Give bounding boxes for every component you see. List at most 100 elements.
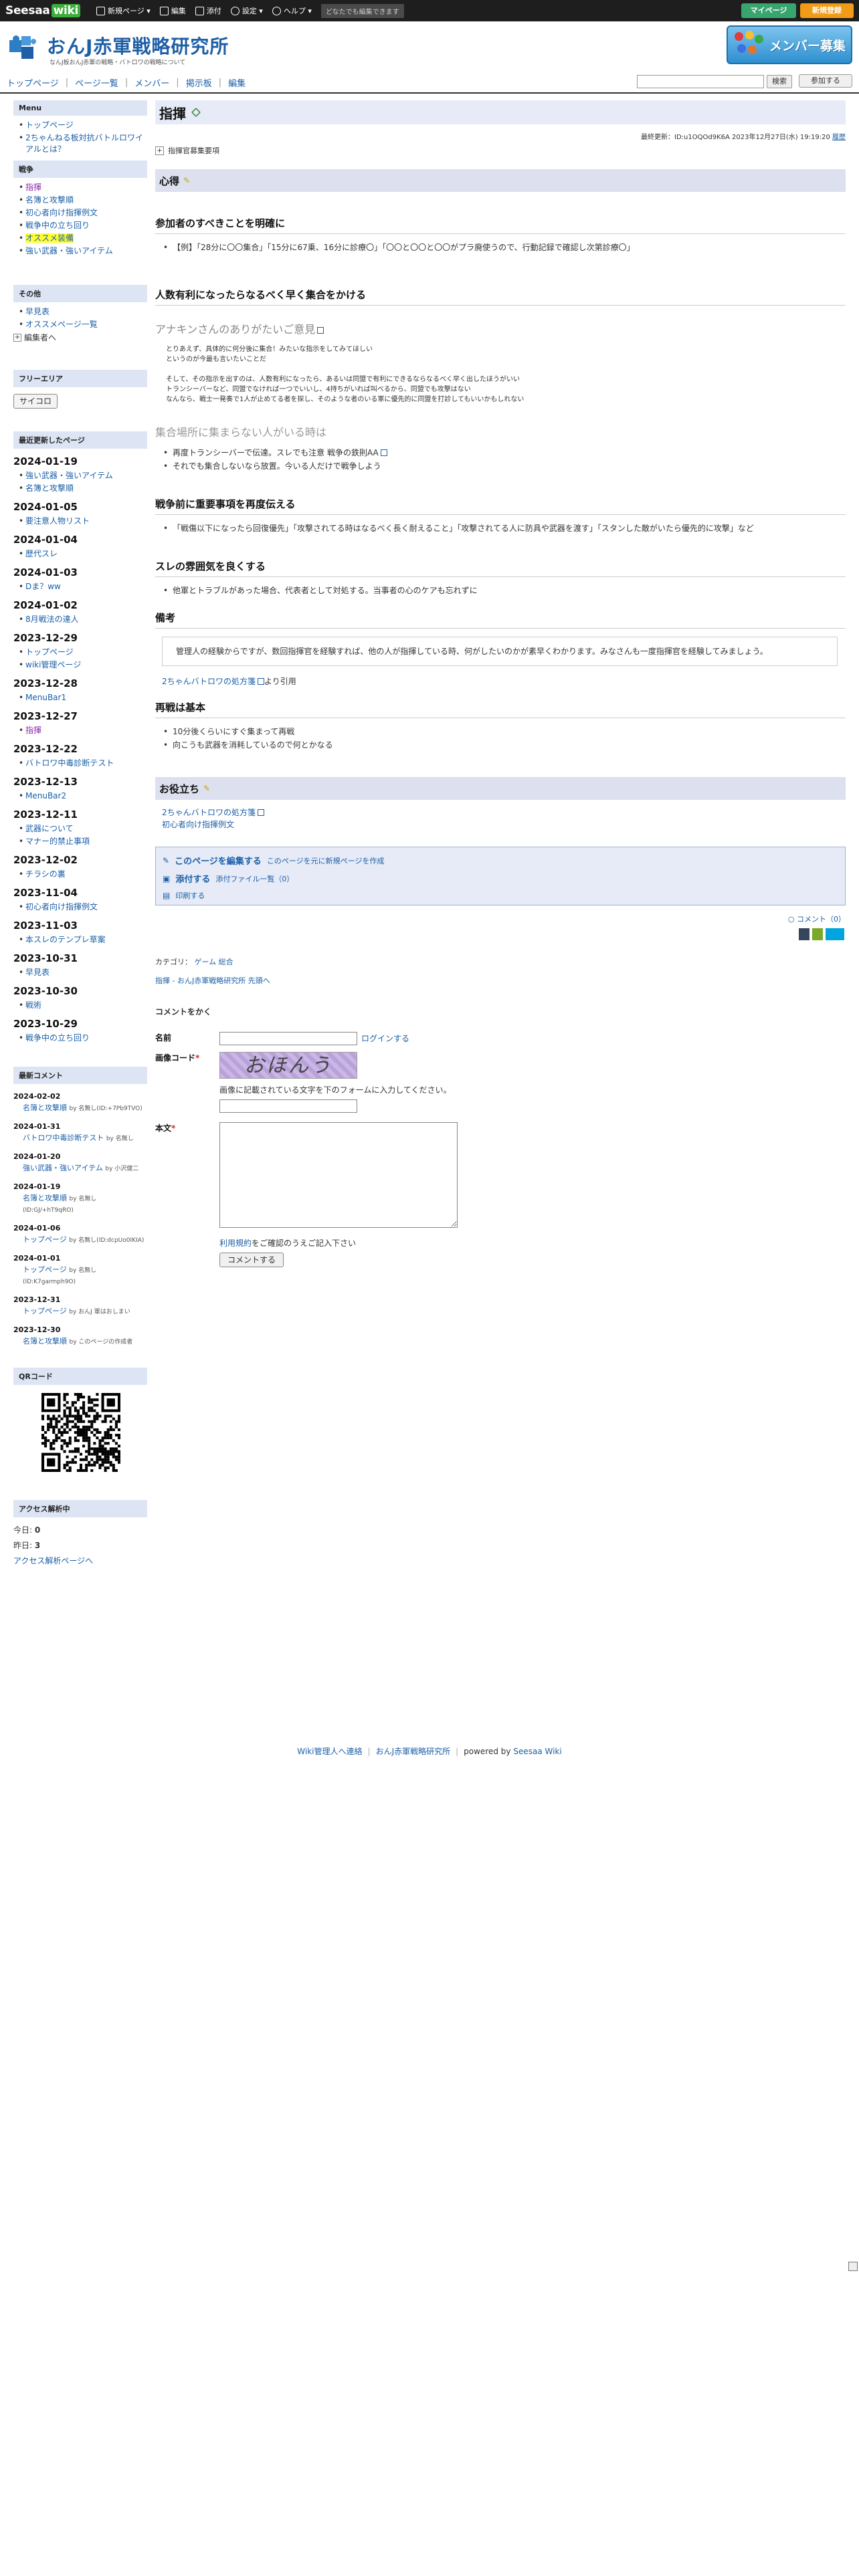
list-item[interactable]: 武器について — [13, 823, 147, 835]
list-item[interactable]: 要注意人物リスト — [13, 516, 147, 527]
list-item[interactable]: トップページ — [13, 647, 147, 658]
editor-toggle[interactable]: + 編集者へ — [13, 332, 147, 343]
edit-menu[interactable]: 編集 — [159, 5, 186, 16]
edit-pencil-icon[interactable]: ✎ — [183, 176, 190, 185]
sidebar-link[interactable]: オススメページ一覧 — [25, 320, 98, 329]
recent-page-link[interactable]: 要注意人物リスト — [25, 516, 90, 526]
recent-page-link[interactable]: 名簿と攻撃順 — [25, 484, 74, 493]
toc-expand-icon[interactable]: + — [155, 146, 164, 155]
list-item[interactable]: マナー的禁止事項 — [13, 836, 147, 847]
sidebar-link[interactable]: オススメ装備 — [25, 233, 74, 243]
settings-menu[interactable]: 設定 ▾ — [230, 5, 263, 16]
register-button[interactable]: 新規登録 — [800, 3, 854, 18]
seesaa-wiki-link[interactable]: Seesaa Wiki — [513, 1747, 561, 1756]
list-item[interactable]: 本スレのテンプレ草案 — [13, 934, 147, 946]
recent-page-link[interactable]: MenuBar2 — [25, 791, 66, 800]
list-item[interactable]: 戦争中の立ち回り — [13, 1033, 147, 1044]
comment-page-link[interactable]: 名簿と攻撃順 — [23, 1194, 67, 1202]
recent-page-link[interactable]: 戦術 — [25, 1000, 41, 1010]
mypage-button[interactable]: マイページ — [741, 3, 796, 18]
edit-pencil-icon[interactable] — [191, 108, 201, 117]
site-title[interactable]: おんJ赤軍戦略研究所 — [47, 32, 229, 59]
sidebar-link[interactable]: 指揮 — [25, 183, 41, 192]
comment-page-link[interactable]: トップページ — [23, 1235, 67, 1244]
list-item[interactable]: 指揮 — [13, 725, 147, 736]
list-item[interactable]: 名簿と攻撃順 — [13, 483, 147, 494]
join-button[interactable]: 参加する — [799, 74, 852, 88]
breadcrumb[interactable]: 指揮 - おんJ赤軍戦略研究所 先頭へ — [155, 976, 270, 985]
puzzle-logo-icon[interactable] — [7, 31, 39, 63]
list-item[interactable]: バトロワ中毒診断テスト — [13, 758, 147, 769]
attach-list-link[interactable]: 添付ファイル一覧（0） — [215, 873, 294, 884]
sidebar-item-beginner[interactable]: 初心者向け指揮例文 — [13, 207, 147, 219]
list-item[interactable]: チラシの裏 — [13, 869, 147, 880]
list-item[interactable]: 歴代スレ — [13, 548, 147, 560]
new-page-menu[interactable]: 新規ページ ▾ — [96, 5, 151, 16]
recent-page-link[interactable]: 初心者向け指揮例文 — [25, 902, 98, 911]
recent-page-link[interactable]: 戦争中の立ち回り — [25, 1033, 90, 1043]
nav-pages[interactable]: ページ一覧 — [75, 76, 118, 89]
terms-link[interactable]: 利用規約 — [219, 1239, 252, 1248]
sidebar-item-roster[interactable]: 名簿と攻撃順 — [13, 195, 147, 206]
comment-count[interactable]: ○ コメント（0） — [155, 914, 846, 924]
comment-page-link[interactable]: 名簿と攻撃順 — [23, 1337, 67, 1346]
category-link[interactable]: 総合 — [219, 958, 233, 966]
recent-page-link[interactable]: チラシの裏 — [25, 869, 66, 879]
help-menu[interactable]: ヘルプ ▾ — [272, 5, 312, 16]
new-from-page-link[interactable]: このページを元に新規ページを作成 — [267, 855, 385, 866]
recent-page-link[interactable]: 早見表 — [25, 968, 50, 977]
recent-page-link[interactable]: MenuBar1 — [25, 693, 66, 702]
seesaa-wiki-logo[interactable]: Seesaa wiki — [0, 4, 87, 17]
sidebar-item-quickref[interactable]: 早見表 — [13, 306, 147, 318]
recent-page-link[interactable]: マナー的禁止事項 — [25, 837, 90, 846]
search-button[interactable]: 検索 — [767, 75, 792, 88]
comment-page-link[interactable]: トップページ — [23, 1265, 67, 1274]
sidebar-item-about[interactable]: 2ちゃんねる板対抗バトルロワイアルとは？ — [13, 132, 147, 155]
useful-link[interactable]: 2ちゃんバトロワの処方箋 — [162, 808, 256, 817]
hatena-bookmark-icon[interactable] — [826, 928, 844, 940]
submit-comment-button[interactable]: コメントする — [219, 1253, 284, 1267]
recent-page-link[interactable]: 指揮 — [25, 726, 41, 735]
sidebar-item-movement[interactable]: 戦争中の立ち回り — [13, 220, 147, 231]
cite-link[interactable]: 2ちゃんバトロワの処方箋 — [162, 677, 256, 686]
recent-page-link[interactable]: Dま？ww — [25, 582, 61, 591]
attach-menu[interactable]: 添付 — [195, 5, 221, 16]
sidebar-item-command[interactable]: 指揮 — [13, 182, 147, 193]
external-link-icon[interactable] — [317, 327, 324, 334]
recent-page-link[interactable]: トップページ — [25, 647, 74, 657]
edit-page-link[interactable]: このページを編集する — [175, 854, 262, 867]
recent-page-link[interactable]: 本スレのテンプレ草案 — [25, 935, 106, 944]
member-recruit-banner[interactable]: メンバー募集 — [727, 25, 852, 64]
dice-button[interactable]: サイコロ — [13, 394, 58, 409]
history-link[interactable]: 履歴 — [832, 134, 846, 141]
edit-pencil-icon[interactable]: ✎ — [203, 784, 210, 793]
comment-body-field[interactable] — [219, 1122, 458, 1228]
recent-page-link[interactable]: 武器について — [25, 824, 74, 833]
sidebar-item-weapons[interactable]: 強い武器・強いアイテム — [13, 245, 147, 257]
nav-top[interactable]: トップページ — [7, 76, 59, 89]
sidebar-link[interactable]: トップページ — [25, 120, 74, 130]
recent-page-link[interactable]: バトロワ中毒診断テスト — [25, 758, 114, 768]
external-link-icon[interactable] — [258, 809, 264, 816]
sidebar-link[interactable]: 強い武器・強いアイテム — [25, 246, 113, 255]
comment-page-link[interactable]: 名簿と攻撃順 — [23, 1103, 67, 1112]
recent-page-link[interactable]: 強い武器・強いアイテム — [25, 471, 113, 480]
list-item[interactable]: MenuBar1 — [13, 692, 147, 704]
list-item[interactable]: MenuBar2 — [13, 790, 147, 802]
list-item[interactable]: wiki管理ページ — [13, 659, 147, 671]
comment-page-link[interactable]: バトロワ中毒診断テスト — [23, 1134, 104, 1142]
login-link[interactable]: ログインする — [361, 1032, 409, 1045]
external-link-icon[interactable] — [258, 678, 264, 685]
list-item[interactable]: 戦術 — [13, 1000, 147, 1011]
evernote-icon[interactable] — [812, 928, 823, 940]
nav-bbs[interactable]: 掲示板 — [186, 76, 212, 89]
toc[interactable]: + 指揮官募集要項 — [155, 145, 846, 156]
recent-page-link[interactable]: 8月戦法の達人 — [25, 615, 79, 624]
list-item[interactable]: 8月戦法の達人 — [13, 614, 147, 625]
list-item[interactable]: 早見表 — [13, 967, 147, 978]
sidebar-item-equipment[interactable]: オススメ装備 — [13, 233, 147, 244]
attach-link[interactable]: 添付する — [175, 872, 210, 885]
list-item[interactable]: Dま？ww — [13, 581, 147, 593]
print-link[interactable]: 印刷する — [175, 890, 205, 901]
search-input[interactable] — [637, 75, 764, 88]
